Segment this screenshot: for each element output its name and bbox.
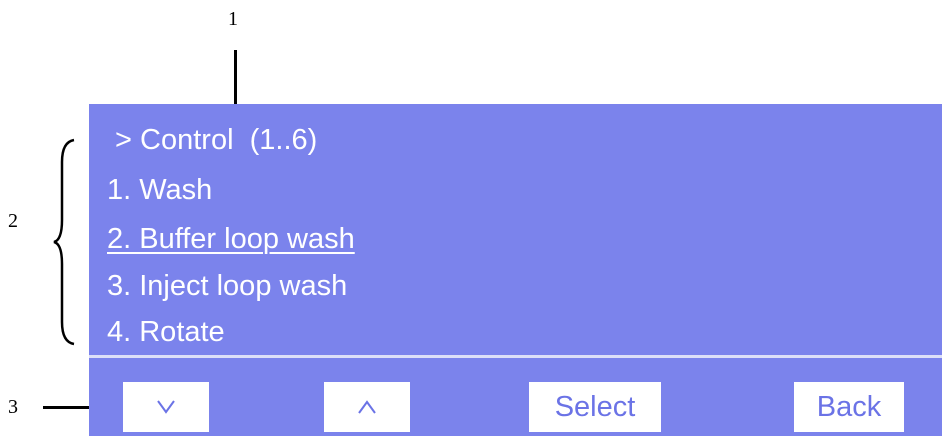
menu-item-buffer-loop-wash[interactable]: 2. Buffer loop wash [107, 223, 355, 256]
callout-number-3: 3 [8, 396, 18, 418]
menu-item-rotate[interactable]: 4. Rotate [107, 316, 225, 349]
menu-item-inject-loop-wash[interactable]: 3. Inject loop wash [107, 270, 347, 303]
menu-title: > Control (1..6) [107, 124, 318, 156]
up-button[interactable] [324, 382, 410, 432]
down-button[interactable] [123, 382, 209, 432]
softkey-divider [89, 355, 942, 358]
callout-number-1: 1 [228, 8, 238, 30]
select-button[interactable]: Select [529, 382, 661, 432]
callout-line-1 [234, 50, 237, 112]
back-button[interactable]: Back [794, 382, 904, 432]
chevron-up-icon [358, 400, 376, 414]
menu-item-wash[interactable]: 1. Wash [107, 174, 212, 207]
callout-brace-2 [53, 138, 75, 346]
chevron-down-icon [157, 400, 175, 414]
display-panel: > Control (1..6) 1. Wash 2. Buffer loop … [89, 104, 942, 436]
callout-number-2: 2 [8, 210, 18, 232]
